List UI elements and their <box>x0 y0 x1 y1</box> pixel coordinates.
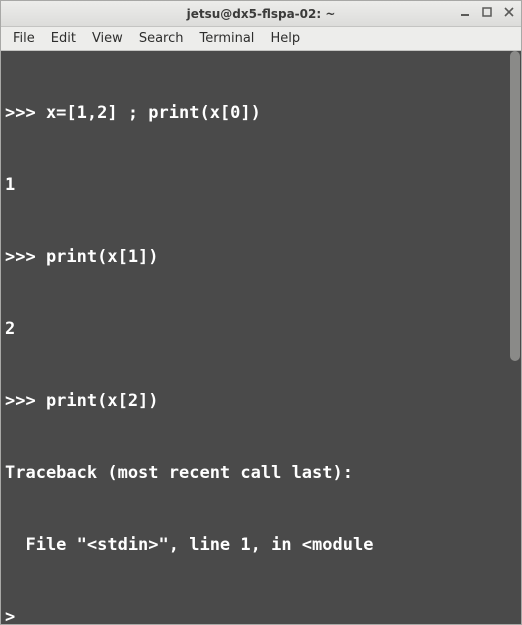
terminal-line: Traceback (most recent call last): <box>5 461 517 485</box>
minimize-button[interactable] <box>457 4 473 20</box>
close-icon <box>504 7 514 17</box>
menu-help[interactable]: Help <box>262 28 308 49</box>
maximize-button[interactable] <box>479 4 495 20</box>
terminal-line: >>> x=[1,2] ; print(x[0]) <box>5 101 517 125</box>
minimize-icon <box>460 7 470 17</box>
scrollbar[interactable] <box>509 51 521 624</box>
window-title: jetsu@dx5-flspa-02: ~ <box>187 7 336 21</box>
terminal-line: 1 <box>5 173 517 197</box>
close-button[interactable] <box>501 4 517 20</box>
terminal-window: jetsu@dx5-flspa-02: ~ File Edit View Sea… <box>0 0 522 625</box>
menu-search[interactable]: Search <box>131 28 192 49</box>
terminal-line: File "<stdin>", line 1, in <module <box>5 533 517 557</box>
maximize-icon <box>482 7 492 17</box>
terminal-area[interactable]: >>> x=[1,2] ; print(x[0]) 1 >>> print(x[… <box>1 51 521 624</box>
scrollbar-thumb[interactable] <box>510 51 520 361</box>
menu-edit[interactable]: Edit <box>43 28 84 49</box>
terminal-line: 2 <box>5 317 517 341</box>
terminal-line: >>> print(x[2]) <box>5 389 517 413</box>
terminal-line: > <box>5 605 517 624</box>
menu-terminal[interactable]: Terminal <box>191 28 262 49</box>
terminal-line: >>> print(x[1]) <box>5 245 517 269</box>
titlebar: jetsu@dx5-flspa-02: ~ <box>1 1 521 27</box>
menubar: File Edit View Search Terminal Help <box>1 27 521 51</box>
window-controls <box>457 4 517 20</box>
menu-view[interactable]: View <box>84 28 131 49</box>
menu-file[interactable]: File <box>5 28 43 49</box>
